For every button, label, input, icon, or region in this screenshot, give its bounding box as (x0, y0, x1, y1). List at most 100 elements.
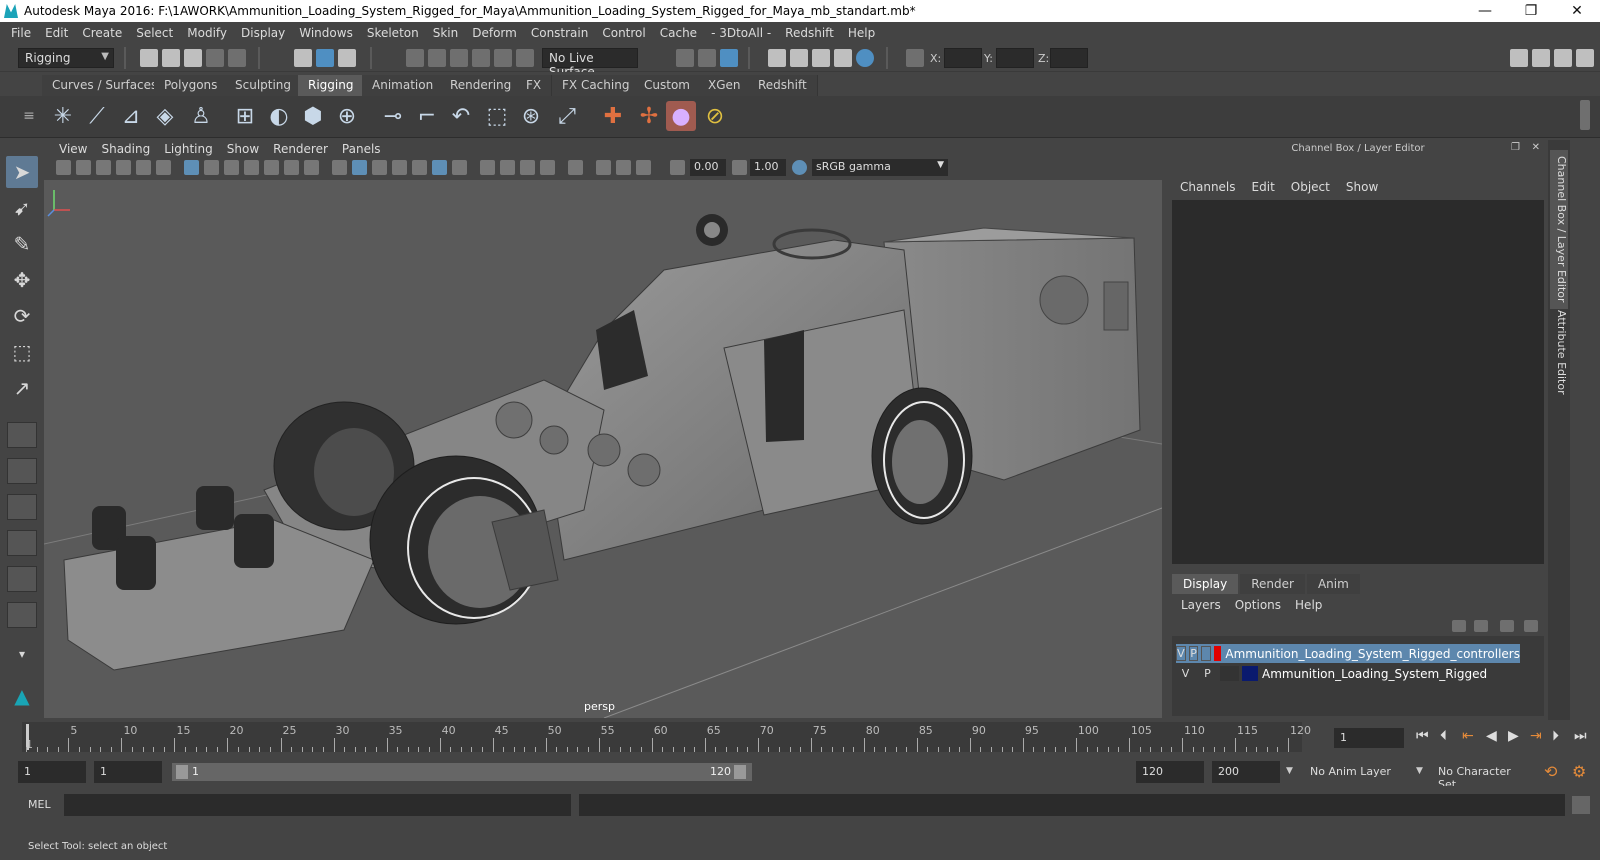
cb-menu-show[interactable]: Show (1338, 180, 1386, 194)
move-layer-up-icon[interactable] (1452, 620, 1466, 632)
menuset-dropdown[interactable]: Rigging ▼ (18, 48, 114, 68)
gamma-icon[interactable] (732, 160, 747, 175)
modeling-toolkit-icon[interactable] (1510, 49, 1528, 67)
step-forward-key-icon[interactable]: ⇥ (1530, 728, 1542, 744)
x-field[interactable] (944, 48, 982, 68)
gate-mask-icon[interactable] (244, 160, 259, 175)
side-tab-attribute-editor[interactable]: Attribute Editor (1550, 304, 1568, 401)
select-component-icon[interactable] (338, 49, 356, 67)
le-tab-display[interactable]: Display (1172, 574, 1239, 594)
ik-handle-icon[interactable]: ⊸ (378, 101, 408, 131)
menu-windows[interactable]: Windows (292, 26, 360, 40)
safe-title-icon[interactable] (304, 160, 319, 175)
interactive-bind-icon[interactable]: ⊕ (332, 101, 362, 131)
close-panel-icon[interactable]: ✕ (1532, 142, 1540, 153)
shelf-tab-custom[interactable]: Custom (634, 75, 701, 96)
bind-skin-icon[interactable]: ◐ (264, 101, 294, 131)
field-chart-icon[interactable] (264, 160, 279, 175)
menu-skeleton[interactable]: Skeleton (360, 26, 426, 40)
menu-constrain[interactable]: Constrain (524, 26, 596, 40)
grid-icon[interactable] (184, 160, 199, 175)
layout-menu-icon[interactable]: ▾ (6, 638, 38, 670)
channel-box-area[interactable] (1172, 200, 1544, 564)
color-management-icon[interactable] (792, 160, 807, 175)
menu-help[interactable]: Help (841, 26, 882, 40)
menu-skin[interactable]: Skin (426, 26, 466, 40)
snap-live-icon[interactable] (516, 49, 534, 67)
rotate-tool-icon[interactable]: ⟳ (6, 300, 38, 332)
move-layer-down-icon[interactable] (1474, 620, 1488, 632)
exposure-field[interactable]: 0.00 (690, 159, 726, 176)
tool-settings-toggle-icon[interactable] (1554, 49, 1572, 67)
render-view-icon[interactable] (768, 49, 786, 67)
aim-constraint-icon[interactable]: ✢ (634, 101, 664, 131)
xray-icon[interactable] (596, 160, 611, 175)
select-object-icon[interactable] (316, 49, 334, 67)
grease-pencil-icon[interactable] (156, 160, 171, 175)
input-ops-icon[interactable] (676, 49, 694, 67)
render-settings-icon[interactable] (834, 49, 852, 67)
persp-outliner-layout-icon[interactable] (7, 494, 37, 520)
perspective-viewport[interactable]: persp (44, 180, 1162, 718)
redo-icon[interactable] (228, 49, 246, 67)
paint-weights-icon[interactable]: ↶ (446, 101, 476, 131)
bookmark-icon[interactable] (96, 160, 111, 175)
playback-start-field[interactable]: 1 (94, 761, 162, 783)
range-start-handle[interactable] (176, 765, 188, 779)
ipr-render-icon[interactable] (812, 49, 830, 67)
cb-menu-channels[interactable]: Channels (1172, 180, 1244, 194)
safe-action-icon[interactable] (284, 160, 299, 175)
current-frame-field[interactable]: 1 (1334, 728, 1404, 748)
ambient-occlusion-icon[interactable] (480, 160, 495, 175)
exposure-icon[interactable] (670, 160, 685, 175)
point-constraint-icon[interactable]: ✚ (598, 101, 628, 131)
vp-menu-show[interactable]: Show (220, 142, 266, 156)
shelf-scroll-icon[interactable] (1580, 100, 1590, 130)
anti-aliasing-icon[interactable] (520, 160, 535, 175)
create-joints-icon[interactable]: ✳ (48, 101, 78, 131)
menu-modify[interactable]: Modify (180, 26, 234, 40)
add-influence-icon[interactable]: ⬚ (482, 101, 512, 131)
scale-tool-icon[interactable]: ⬚ (6, 336, 38, 368)
animation-prefs-icon[interactable]: ⚙ (1572, 762, 1586, 781)
use-all-lights-icon[interactable] (432, 160, 447, 175)
xray-active-icon[interactable] (616, 160, 631, 175)
layer-color-swatch[interactable] (1242, 666, 1258, 681)
menu-file[interactable]: File (4, 26, 38, 40)
play-forwards-icon[interactable]: ▶ (1508, 728, 1519, 744)
select-tool-icon[interactable]: ➤ (6, 156, 38, 188)
wireframe-on-shaded-icon[interactable] (392, 160, 407, 175)
output-ops-icon[interactable] (698, 49, 716, 67)
time-slider-track[interactable]: 1 5 10 15 20 25 30 35 40 45 50 55 60 65 70 75 80 85 90 95 1… (22, 722, 1311, 752)
vp-menu-shading[interactable]: Shading (94, 142, 157, 156)
remove-influence-icon[interactable]: ⊛ (516, 101, 546, 131)
layer-display-type[interactable] (1220, 666, 1239, 681)
menu-display[interactable]: Display (234, 26, 292, 40)
render-frame-icon[interactable] (790, 49, 808, 67)
snap-surface-icon[interactable] (494, 49, 512, 67)
select-hierarchy-icon[interactable] (294, 49, 312, 67)
layer-playback-toggle[interactable]: P (1188, 646, 1199, 661)
single-perspective-layout-icon[interactable] (7, 422, 37, 448)
script-language-label[interactable]: MEL (28, 798, 51, 811)
layer-display-type[interactable] (1201, 646, 1212, 661)
layer-visibility-toggle[interactable]: V (1176, 666, 1195, 681)
image-plane-icon[interactable] (116, 160, 131, 175)
go-to-end-icon[interactable]: ⏭ (1574, 728, 1587, 744)
2d-pan-zoom-icon[interactable] (136, 160, 151, 175)
pole-vector-constraint-icon[interactable]: ⊘ (700, 101, 730, 131)
last-tool-icon[interactable]: ↗ (6, 372, 38, 404)
shelf-tab-rigging[interactable]: Rigging (298, 75, 365, 96)
create-ik-handle-icon[interactable]: ⊞ (230, 101, 260, 131)
quick-rig-icon[interactable]: ♙ (186, 101, 216, 131)
playback-end-field[interactable]: 120 (1136, 761, 1204, 783)
select-camera-icon[interactable] (56, 160, 71, 175)
anim-layer-dropdown[interactable]: No Anim Layer (1304, 761, 1416, 783)
menu-redshift[interactable]: Redshift (778, 26, 841, 40)
go-to-start-icon[interactable]: ⏮ (1416, 728, 1429, 744)
resolution-gate-icon[interactable] (224, 160, 239, 175)
le-menu-layers[interactable]: Layers (1174, 598, 1228, 612)
snap-grid-icon[interactable] (406, 49, 424, 67)
le-menu-options[interactable]: Options (1228, 598, 1288, 612)
animation-end-field[interactable]: 200 (1212, 761, 1280, 783)
